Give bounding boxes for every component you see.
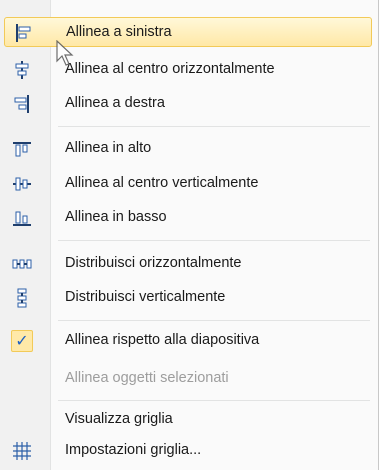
menu-item-align-middle[interactable]: Allinea al centro verticalmente xyxy=(4,169,372,199)
distribute-vertical-icon xyxy=(10,286,34,310)
menu-item-label: Allinea in alto xyxy=(65,140,152,156)
menu-item-label: Visualizza griglia xyxy=(65,411,173,427)
menu-item-show-grid[interactable]: Visualizza griglia xyxy=(4,405,372,435)
menu-separator xyxy=(58,400,370,401)
align-bottom-icon xyxy=(10,206,34,230)
menu-item-label: Distribuisci orizzontalmente xyxy=(65,255,242,271)
menu-item-align-to-slide[interactable]: ✓ Allinea rispetto alla diapositiva xyxy=(4,326,372,356)
align-left-icon xyxy=(11,21,35,45)
align-right-icon xyxy=(10,92,34,116)
menu-item-label: Allinea in basso xyxy=(65,209,167,225)
align-center-horizontal-icon xyxy=(10,58,34,82)
menu-item-label: Allinea a destra xyxy=(65,95,165,111)
check-icon: ✓ xyxy=(10,329,34,353)
menu-separator xyxy=(58,320,370,321)
menu-item-align-selected-objects[interactable]: Allinea oggetti selezionati xyxy=(4,364,372,394)
menu-item-label: Impostazioni griglia... xyxy=(65,442,202,458)
menu-separator xyxy=(58,126,370,127)
context-menu: Allinea a sinistra Allinea al centro ori… xyxy=(0,0,379,470)
menu-item-align-right[interactable]: Allinea a destra xyxy=(4,89,372,119)
menu-item-align-top[interactable]: Allinea in alto xyxy=(4,134,372,164)
menu-item-label: Allinea rispetto alla diapositiva xyxy=(65,332,260,348)
menu-item-label: Allinea oggetti selezionati xyxy=(65,370,229,386)
menu-item-grid-settings[interactable]: Impostazioni griglia... xyxy=(4,436,372,466)
grid-icon xyxy=(10,439,34,463)
menu-item-label: Allinea al centro orizzontalmente xyxy=(65,61,275,77)
menu-item-label: Allinea a sinistra xyxy=(66,24,172,40)
align-middle-vertical-icon xyxy=(10,172,34,196)
menu-item-distribute-vertical[interactable]: Distribuisci verticalmente xyxy=(4,283,372,313)
menu-item-label: Allinea al centro verticalmente xyxy=(65,175,259,191)
menu-item-distribute-horizontal[interactable]: Distribuisci orizzontalmente xyxy=(4,249,372,279)
menu-item-align-bottom[interactable]: Allinea in basso xyxy=(4,203,372,233)
mouse-pointer-icon xyxy=(56,39,76,72)
menu-separator xyxy=(58,240,370,241)
menu-item-label: Distribuisci verticalmente xyxy=(65,289,226,305)
align-top-icon xyxy=(10,137,34,161)
distribute-horizontal-icon xyxy=(10,252,34,276)
